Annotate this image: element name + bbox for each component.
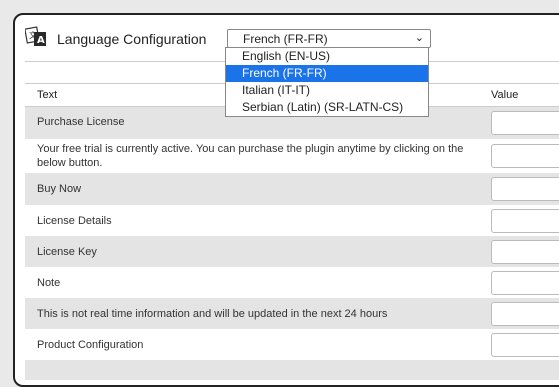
row-text: Buy Now: [37, 183, 82, 195]
table-row: License Details: [25, 205, 559, 236]
language-option-selected[interactable]: French (FR-FR): [226, 65, 428, 82]
value-input[interactable]: [491, 240, 559, 264]
value-input[interactable]: [491, 271, 559, 295]
row-text: Your free trial is currently active. You…: [37, 143, 464, 169]
table-row: [25, 360, 559, 380]
column-header-value: Value: [491, 89, 519, 101]
chevron-down-icon: ⌄: [414, 32, 424, 44]
translate-icon: 文 A: [25, 26, 46, 46]
language-dropdown: English (EN-US) French (FR-FR) Italian (…: [225, 47, 429, 117]
table-row: Product Configuration: [25, 329, 559, 360]
value-input[interactable]: [491, 302, 559, 326]
table-row: License Key: [25, 236, 559, 267]
language-option[interactable]: Italian (IT-IT): [226, 82, 428, 99]
row-text: Product Configuration: [37, 339, 144, 351]
table-row: Buy Now: [25, 173, 559, 205]
row-text: License Key: [37, 246, 97, 258]
row-text: License Details: [37, 215, 112, 227]
row-text: This is not real time information and wi…: [37, 308, 388, 320]
language-option[interactable]: English (EN-US): [226, 48, 428, 65]
translation-table: Text Value Purchase License Your free tr…: [25, 83, 559, 380]
row-text: Purchase License: [37, 116, 125, 128]
table-row: Your free trial is currently active. You…: [25, 139, 559, 173]
table-row: This is not real time information and wi…: [25, 298, 559, 329]
page-title: Language Configuration: [57, 31, 207, 47]
row-text: Note: [37, 277, 61, 289]
value-input[interactable]: [491, 177, 559, 201]
language-option[interactable]: Serbian (Latin) (SR-LATN-CS): [226, 99, 428, 116]
table-row: Note: [25, 267, 559, 298]
value-input[interactable]: [491, 144, 559, 168]
svg-text:A: A: [37, 35, 45, 46]
column-header-text: Text: [37, 89, 58, 101]
language-select-value: French (FR-FR): [243, 32, 328, 46]
language-select[interactable]: French (FR-FR) ⌄: [227, 29, 431, 48]
value-input[interactable]: [491, 209, 559, 233]
value-input[interactable]: [491, 111, 559, 135]
value-input[interactable]: [491, 333, 559, 357]
